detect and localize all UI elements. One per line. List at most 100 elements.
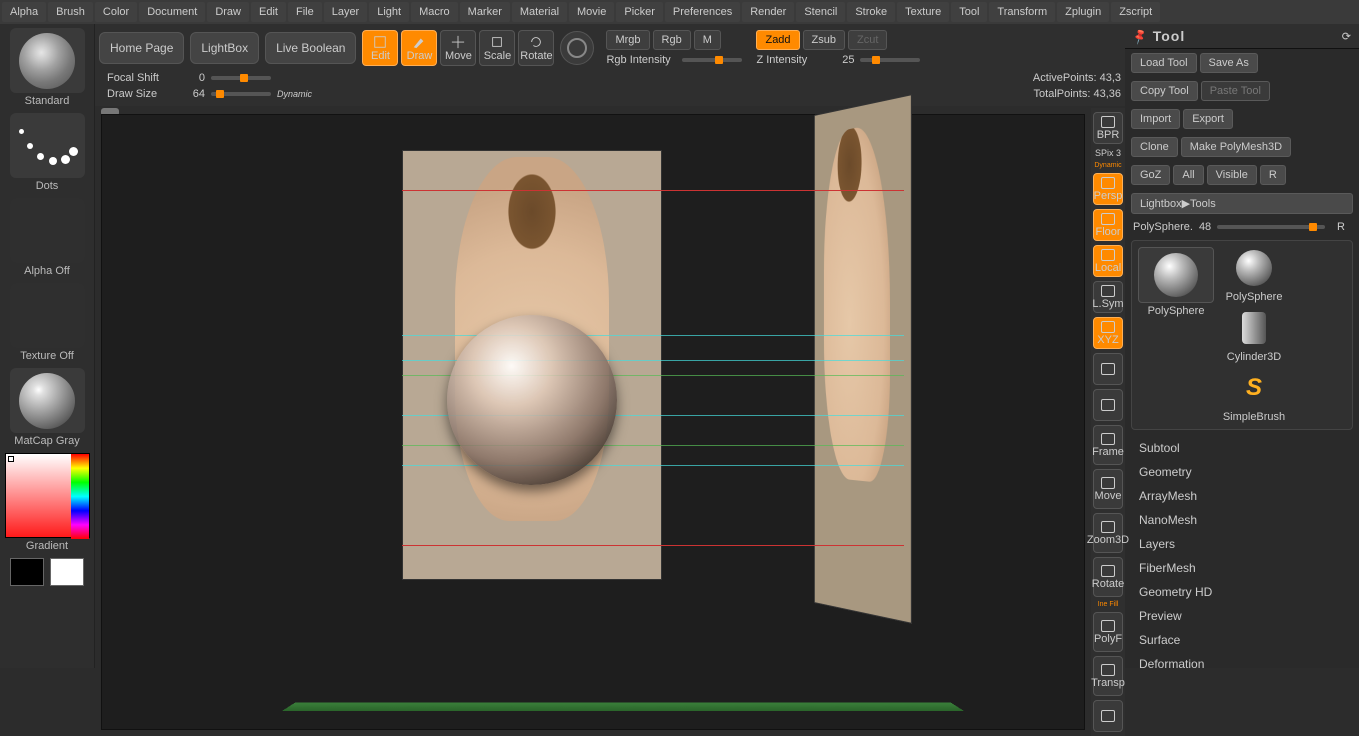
import-button[interactable]: Import xyxy=(1131,109,1180,129)
tool-thumb-simplebrush[interactable]: SSimpleBrush xyxy=(1218,367,1290,423)
gizmo-button[interactable] xyxy=(560,31,594,65)
polysphere-mesh[interactable] xyxy=(447,315,617,485)
dynamic-label[interactable]: Dynamic xyxy=(277,89,312,99)
copy-tool-button[interactable]: Copy Tool xyxy=(1131,81,1198,101)
load-tool-button[interactable]: Load Tool xyxy=(1131,53,1197,73)
strip-ghost-button[interactable] xyxy=(1093,700,1123,732)
lightbox-tools-button[interactable]: Lightbox▶Tools xyxy=(1131,193,1353,214)
accordion-arraymesh[interactable]: ArrayMesh xyxy=(1125,484,1359,508)
menu-file[interactable]: File xyxy=(288,2,322,22)
live-boolean-button[interactable]: Live Boolean xyxy=(265,32,356,64)
r-button[interactable]: R xyxy=(1260,165,1286,185)
accordion-layers[interactable]: Layers xyxy=(1125,532,1359,556)
gradient-label[interactable]: Gradient xyxy=(2,540,92,552)
make-polymesh3d-button[interactable]: Make PolyMesh3D xyxy=(1181,137,1291,157)
goz-button[interactable]: GoZ xyxy=(1131,165,1170,185)
clone-button[interactable]: Clone xyxy=(1131,137,1178,157)
current-tool-slider[interactable] xyxy=(1217,225,1325,229)
tool-current-thumb[interactable]: PolySphere xyxy=(1138,247,1214,423)
z-intensity-slider[interactable] xyxy=(860,58,920,62)
menu-movie[interactable]: Movie xyxy=(569,2,614,22)
strip-bpr-button[interactable]: BPR xyxy=(1093,112,1123,144)
pin-icon[interactable]: 📌 xyxy=(1131,27,1149,45)
menu-picker[interactable]: Picker xyxy=(616,2,663,22)
export-button[interactable]: Export xyxy=(1183,109,1233,129)
menu-stroke[interactable]: Stroke xyxy=(847,2,895,22)
swatch-black[interactable] xyxy=(10,558,44,586)
menu-layer[interactable]: Layer xyxy=(324,2,368,22)
menu-material[interactable]: Material xyxy=(512,2,567,22)
accordion-fibermesh[interactable]: FiberMesh xyxy=(1125,556,1359,580)
brush-thumb[interactable] xyxy=(10,28,85,93)
menu-tool[interactable]: Tool xyxy=(951,2,987,22)
home-page-button[interactable]: Home Page xyxy=(99,32,184,64)
menu-transform[interactable]: Transform xyxy=(989,2,1055,22)
texture-thumb[interactable] xyxy=(10,283,85,348)
strip-move-button[interactable]: Move xyxy=(1093,469,1123,509)
lightbox-button[interactable]: LightBox xyxy=(190,32,259,64)
draw-button[interactable]: Draw xyxy=(401,30,437,66)
save-as-button[interactable]: Save As xyxy=(1200,53,1258,73)
accordion-geometry[interactable]: Geometry xyxy=(1125,460,1359,484)
rgb-mode[interactable]: Rgb xyxy=(653,30,691,50)
accordion-deformation[interactable]: Deformation xyxy=(1125,652,1359,668)
accordion-preview[interactable]: Preview xyxy=(1125,604,1359,628)
strip-transp-button[interactable]: Transp xyxy=(1093,656,1123,696)
draw-size-slider[interactable] xyxy=(211,92,271,96)
m-mode[interactable]: M xyxy=(694,30,721,50)
stroke-thumb[interactable] xyxy=(10,113,85,178)
menu-edit[interactable]: Edit xyxy=(251,2,286,22)
material-thumb[interactable] xyxy=(10,368,85,433)
color-picker[interactable] xyxy=(5,453,90,538)
accordion-nanomesh[interactable]: NanoMesh xyxy=(1125,508,1359,532)
menu-marker[interactable]: Marker xyxy=(460,2,510,22)
strip-frame-button[interactable]: Frame xyxy=(1093,425,1123,465)
alpha-thumb[interactable] xyxy=(10,198,85,263)
menu-render[interactable]: Render xyxy=(742,2,794,22)
viewport-canvas[interactable] xyxy=(101,114,1085,730)
zsub-mode[interactable]: Zsub xyxy=(803,30,845,50)
rotate-button[interactable]: Rotate xyxy=(518,30,554,66)
strip-local-button[interactable]: Local xyxy=(1093,245,1123,277)
strip-rot2-button[interactable] xyxy=(1093,389,1123,421)
paste-tool-button[interactable]: Paste Tool xyxy=(1201,81,1270,101)
strip-rot1-button[interactable] xyxy=(1093,353,1123,385)
menu-stencil[interactable]: Stencil xyxy=(796,2,845,22)
accordion-geometry-hd[interactable]: Geometry HD xyxy=(1125,580,1359,604)
strip-xyz-button[interactable]: XYZ xyxy=(1093,317,1123,349)
visible-button[interactable]: Visible xyxy=(1207,165,1257,185)
swatch-white[interactable] xyxy=(50,558,84,586)
menu-color[interactable]: Color xyxy=(95,2,137,22)
menu-zplugin[interactable]: Zplugin xyxy=(1057,2,1109,22)
edit-button[interactable]: Edit xyxy=(362,30,398,66)
menu-document[interactable]: Document xyxy=(139,2,205,22)
strip-zoom3d-button[interactable]: Zoom3D xyxy=(1093,513,1123,553)
current-tool-r-button[interactable]: R xyxy=(1331,220,1351,234)
accordion-surface[interactable]: Surface xyxy=(1125,628,1359,652)
move-button[interactable]: Move xyxy=(440,30,476,66)
zadd-mode[interactable]: Zadd xyxy=(756,30,799,50)
zcut-mode[interactable]: Zcut xyxy=(848,30,887,50)
strip-polyf-button[interactable]: PolyF xyxy=(1093,612,1123,652)
focal-shift-slider[interactable] xyxy=(211,76,271,80)
menu-draw[interactable]: Draw xyxy=(207,2,249,22)
accordion-subtool[interactable]: Subtool xyxy=(1125,436,1359,460)
strip-lsym-button[interactable]: L.Sym xyxy=(1093,281,1123,313)
menu-macro[interactable]: Macro xyxy=(411,2,458,22)
mrgb-mode[interactable]: Mrgb xyxy=(606,30,649,50)
menu-texture[interactable]: Texture xyxy=(897,2,949,22)
menu-brush[interactable]: Brush xyxy=(48,2,93,22)
strip-floor-button[interactable]: Floor xyxy=(1093,209,1123,241)
strip-rotate-button[interactable]: Rotate xyxy=(1093,557,1123,597)
refresh-icon[interactable]: ⟳ xyxy=(1342,30,1351,43)
menu-alpha[interactable]: Alpha xyxy=(2,2,46,22)
tool-thumb-cylinder3d[interactable]: Cylinder3D xyxy=(1218,307,1290,363)
strip-persp-button[interactable]: Persp xyxy=(1093,173,1123,205)
tool-thumb-polysphere2[interactable]: PolySphere xyxy=(1218,247,1290,303)
scale-button[interactable]: Scale xyxy=(479,30,515,66)
menu-light[interactable]: Light xyxy=(369,2,409,22)
rgb-intensity-slider[interactable] xyxy=(682,58,742,62)
hue-strip[interactable] xyxy=(71,454,89,539)
menu-zscript[interactable]: Zscript xyxy=(1111,2,1160,22)
menu-preferences[interactable]: Preferences xyxy=(665,2,740,22)
